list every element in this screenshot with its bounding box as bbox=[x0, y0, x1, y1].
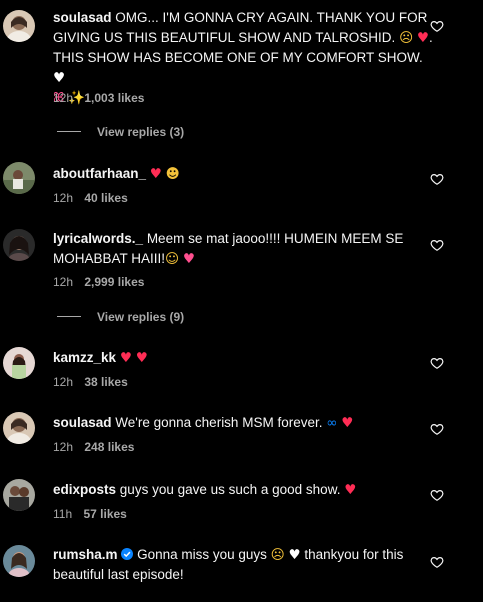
comment-username[interactable]: soulasad bbox=[53, 415, 112, 430]
avatar[interactable] bbox=[3, 545, 35, 577]
avatar[interactable] bbox=[3, 412, 35, 444]
avatar-image bbox=[3, 412, 35, 444]
comment-username[interactable]: kamzz_kk bbox=[53, 350, 116, 365]
comment-time[interactable]: 12h bbox=[53, 374, 73, 390]
heart-outline-icon[interactable] bbox=[430, 172, 444, 186]
pleading-face-icon: ☹ bbox=[270, 547, 285, 563]
comment-time[interactable]: 11h bbox=[53, 506, 72, 522]
comment-time[interactable]: 12h bbox=[53, 190, 73, 206]
pleading-face-icon: ☹ bbox=[399, 30, 414, 46]
heart-outline-icon[interactable] bbox=[430, 422, 444, 436]
heart-outline-icon[interactable] bbox=[430, 356, 444, 370]
white-heart-icon: ♥ bbox=[53, 70, 66, 86]
comment-text: kamzz_kk ♥ ♥ bbox=[53, 348, 433, 368]
comment-meta: 11h 57 likes bbox=[53, 506, 127, 522]
comment-time[interactable]: 12h bbox=[53, 439, 73, 455]
comment-time[interactable]: 12h bbox=[53, 90, 73, 106]
view-replies-label[interactable]: View replies (3) bbox=[97, 125, 184, 139]
comment-meta: 12h 248 likes bbox=[53, 439, 134, 455]
avatar-image bbox=[3, 545, 35, 577]
comment-username[interactable]: lyricalwords._ bbox=[53, 231, 143, 246]
view-replies-button[interactable]: View replies (9) bbox=[57, 309, 184, 325]
replies-divider bbox=[57, 316, 81, 318]
comment-body: Gonna miss you guys bbox=[137, 547, 267, 562]
avatar-image bbox=[3, 162, 35, 194]
comment-text: lyricalwords._ Meem se mat jaooo!!!! HUM… bbox=[53, 229, 433, 269]
avatar[interactable] bbox=[3, 162, 35, 194]
heart-eyes-face-icon: ☻ bbox=[165, 166, 180, 182]
heart-with-arrow-icon: ♥ bbox=[182, 251, 195, 267]
comment-likes[interactable]: 40 likes bbox=[84, 190, 127, 206]
heart-outline-icon[interactable] bbox=[430, 555, 444, 569]
avatar[interactable] bbox=[3, 10, 35, 42]
comment-meta: 12h 2,999 likes bbox=[53, 274, 144, 290]
face-holding-back-tears-icon: ☺ bbox=[165, 251, 180, 267]
red-heart-icon: ♥ bbox=[344, 482, 357, 498]
avatar-image bbox=[3, 229, 35, 261]
comment-username[interactable]: soulasad bbox=[53, 10, 112, 25]
comment-meta: 12h 38 likes bbox=[53, 374, 128, 390]
red-heart-icon: ♥ bbox=[135, 350, 148, 366]
avatar-image bbox=[3, 10, 35, 42]
comment-text: rumsha.m Gonna miss you guys ☹ ♥ thankyo… bbox=[53, 545, 433, 585]
red-heart-icon: ♥ bbox=[341, 415, 354, 431]
comment-likes[interactable]: 38 likes bbox=[84, 374, 127, 390]
red-heart-icon: ♥ bbox=[149, 166, 162, 182]
view-replies-label[interactable]: View replies (9) bbox=[97, 310, 184, 324]
comment-likes[interactable]: 2,999 likes bbox=[84, 274, 144, 290]
avatar[interactable] bbox=[3, 479, 35, 511]
avatar-image bbox=[3, 479, 35, 511]
heart-outline-icon[interactable] bbox=[430, 238, 444, 252]
comment-time[interactable]: 12h bbox=[53, 274, 73, 290]
view-replies-button[interactable]: View replies (3) bbox=[57, 124, 184, 140]
comment-meta: 12h 40 likes bbox=[53, 190, 128, 206]
verified-badge-icon bbox=[121, 548, 134, 560]
comment-username[interactable]: rumsha.m bbox=[53, 547, 118, 562]
comment-likes[interactable]: 1,003 likes bbox=[84, 90, 144, 106]
heart-outline-icon[interactable] bbox=[430, 488, 444, 502]
comment-body: We're gonna cherish MSM forever. bbox=[115, 415, 323, 430]
avatar[interactable] bbox=[3, 347, 35, 379]
red-heart-icon: ♥ bbox=[416, 30, 430, 46]
comment-meta: 12h 1,003 likes bbox=[53, 90, 144, 106]
avatar-image bbox=[3, 347, 35, 379]
replies-divider bbox=[57, 131, 81, 133]
red-heart-icon: ♥ bbox=[119, 350, 132, 366]
heart-outline-icon[interactable] bbox=[430, 19, 444, 33]
comment-likes[interactable]: 57 likes bbox=[83, 506, 126, 522]
comment-likes[interactable]: 248 likes bbox=[84, 439, 134, 455]
comment-username[interactable]: aboutfarhaan_ bbox=[53, 166, 146, 181]
white-heart-icon: ♥ bbox=[288, 547, 301, 563]
comment-text: soulasad We're gonna cherish MSM forever… bbox=[53, 413, 433, 433]
comment-username[interactable]: edixposts bbox=[53, 482, 116, 497]
comment-body: guys you gave us such a good show. bbox=[119, 482, 341, 497]
infinity-icon: ∞ bbox=[326, 415, 338, 431]
avatar[interactable] bbox=[3, 229, 35, 261]
comment-text: aboutfarhaan_ ♥ ☻ bbox=[53, 164, 433, 184]
comment-text: edixposts guys you gave us such a good s… bbox=[53, 480, 433, 500]
